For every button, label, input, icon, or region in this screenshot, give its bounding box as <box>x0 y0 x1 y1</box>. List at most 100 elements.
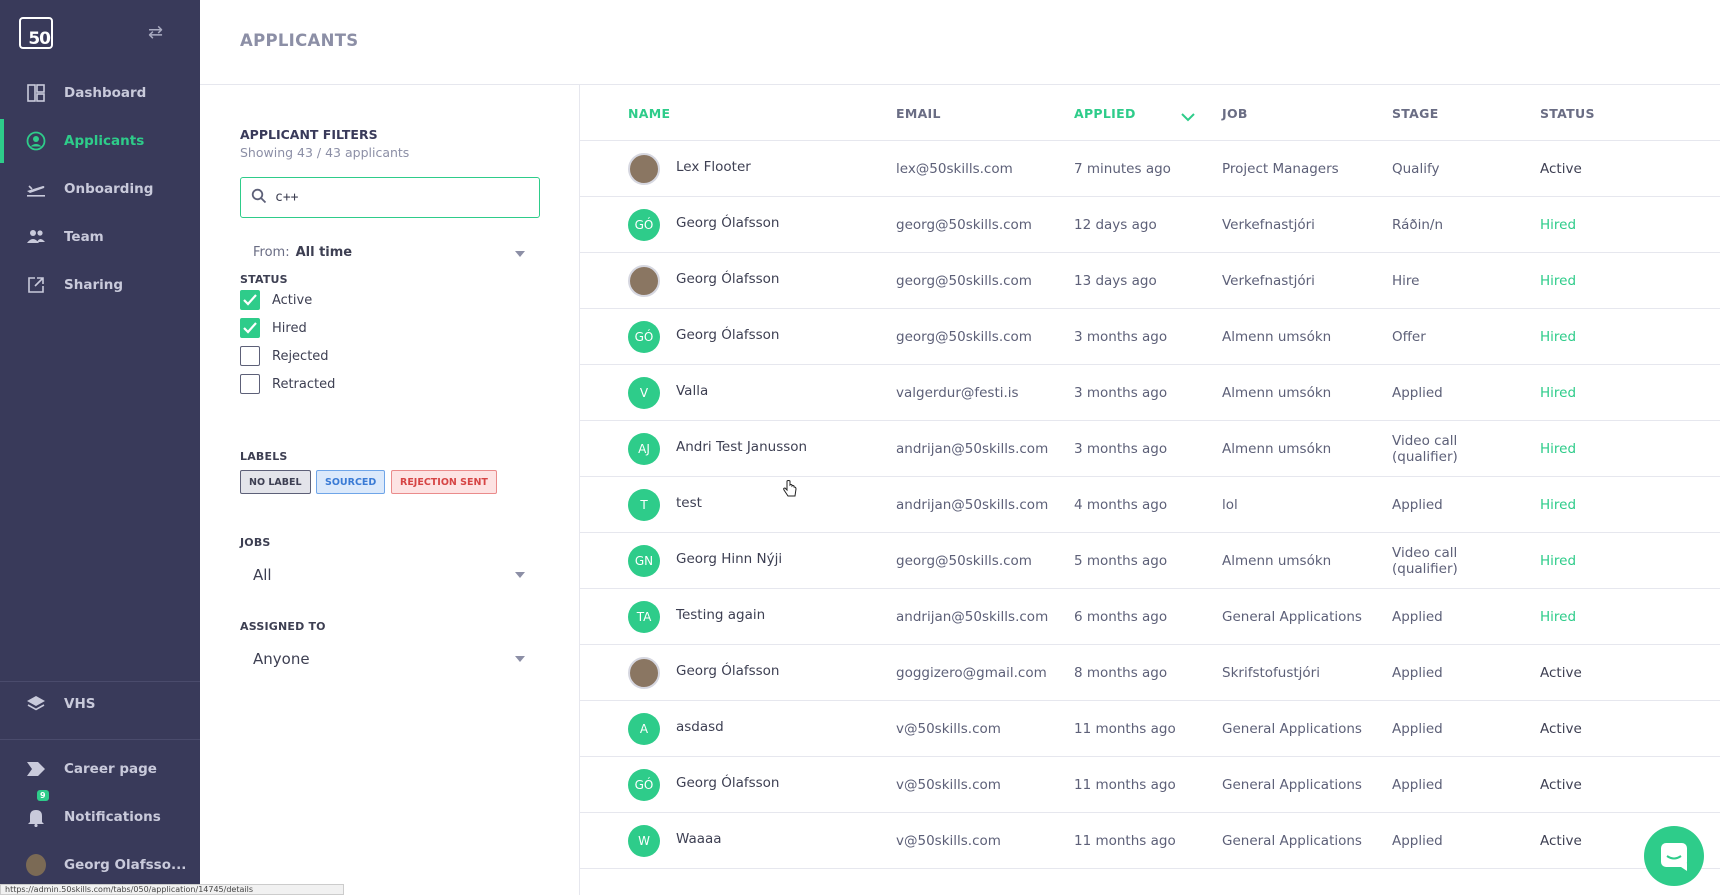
chat-launcher-button[interactable] <box>1644 826 1704 886</box>
applicant-name[interactable]: Georg Ólafsson <box>676 663 780 679</box>
sidebar-item-onboarding[interactable]: Onboarding <box>0 167 200 211</box>
table-row[interactable]: GÓ Georg Ólafsson v@50skills.com 11 months … <box>580 757 1720 813</box>
stage: Applied <box>1392 665 1443 681</box>
sidebar-item-profile[interactable]: Georg Olafsso... <box>0 843 200 887</box>
applicant-name[interactable]: Valla <box>676 383 708 399</box>
status-label: STATUS <box>240 273 288 286</box>
applicant-name[interactable]: Georg Hinn Nýji <box>676 551 782 567</box>
sidebar-item-team[interactable]: Team <box>0 215 200 259</box>
label-no-label[interactable]: NO LABEL <box>240 470 311 494</box>
assigned-to-dropdown[interactable]: Anyone <box>253 650 310 668</box>
applicant-email: andrijan@50skills.com <box>896 609 1049 625</box>
column-header-job[interactable]: JOB <box>1222 106 1248 121</box>
divider <box>0 739 200 740</box>
page-title: APPLICANTS <box>240 31 359 50</box>
applied-date: 3 months ago <box>1074 441 1168 457</box>
avatar: GÓ <box>628 769 660 801</box>
chevron-down-icon[interactable] <box>515 656 525 662</box>
label-rejection-sent[interactable]: REJECTION SENT <box>391 470 497 494</box>
applicant-name[interactable]: test <box>676 495 702 511</box>
column-header-stage[interactable]: STAGE <box>1392 106 1439 121</box>
applied-date: 5 months ago <box>1074 553 1168 569</box>
label-sourced[interactable]: SOURCED <box>316 470 386 494</box>
avatar <box>628 657 660 689</box>
job-title: General Applications <box>1222 609 1362 625</box>
dashboard-icon <box>26 83 46 103</box>
chevron-down-icon[interactable] <box>515 251 525 257</box>
job-title: General Applications <box>1222 833 1362 849</box>
applicant-name[interactable]: Georg Ólafsson <box>676 271 780 287</box>
table-row[interactable]: GÓ Georg Ólafsson georg@50skills.com 3 mont… <box>580 309 1720 365</box>
search-input[interactable] <box>275 190 515 205</box>
status-active-checkbox[interactable]: Active <box>240 290 312 310</box>
applicant-email: v@50skills.com <box>896 777 1001 793</box>
tag-icon <box>26 759 46 779</box>
avatar: AJ <box>628 433 660 465</box>
applicant-name[interactable]: Waaaa <box>676 831 722 847</box>
date-from-dropdown[interactable]: From: All time <box>253 245 352 260</box>
stage: Offer <box>1392 329 1426 345</box>
checkbox[interactable] <box>240 318 260 338</box>
checkbox[interactable] <box>240 346 260 366</box>
checkbox[interactable] <box>240 290 260 310</box>
stage: Applied <box>1392 497 1443 513</box>
status-retracted-checkbox[interactable]: Retracted <box>240 374 335 394</box>
sidebar-item-applicants[interactable]: Applicants <box>0 119 200 163</box>
applicant-email: georg@50skills.com <box>896 217 1032 233</box>
avatar: GÓ <box>628 209 660 241</box>
table-row[interactable]: GÓ Georg Ólafsson georg@50skills.com 12 day… <box>580 197 1720 253</box>
avatar: W <box>628 825 660 857</box>
logo[interactable]: 50 <box>19 17 53 49</box>
table-row[interactable]: Georg Ólafsson georg@50skills.com 13 days … <box>580 253 1720 309</box>
table-row[interactable]: AJ Andri Test Janusson andrijan@50skills.c… <box>580 421 1720 477</box>
sort-chevron-icon[interactable] <box>1181 107 1195 126</box>
applicant-email: andrijan@50skills.com <box>896 441 1049 457</box>
sidebar-item-career-page[interactable]: Career page <box>0 747 200 791</box>
table-row[interactable]: W Waaaa v@50skills.com 11 months ago General… <box>580 813 1720 869</box>
table-row[interactable]: Lex Flooter lex@50skills.com 7 minutes ago… <box>580 141 1720 197</box>
status-badge: Active <box>1540 161 1582 177</box>
applied-date: 3 months ago <box>1074 385 1168 401</box>
applicant-name[interactable]: Testing again <box>676 607 765 623</box>
applicant-name[interactable]: Andri Test Janusson <box>676 439 807 455</box>
applicant-name[interactable]: Georg Ólafsson <box>676 215 780 231</box>
table-row[interactable]: Georg Ólafsson goggizero@gmail.com 8 month… <box>580 645 1720 701</box>
table-row[interactable]: Aasdasd v@50skills.com 11 months ago Genera… <box>580 701 1720 757</box>
status-badge: Hired <box>1540 497 1577 513</box>
applicant-email: georg@50skills.com <box>896 553 1032 569</box>
plane-icon <box>26 179 46 199</box>
status-badge: Hired <box>1540 329 1577 345</box>
table-row[interactable]: Ttest andrijan@50skills.com 4 months ago lo… <box>580 477 1720 533</box>
applicant-name[interactable]: Georg Ólafsson <box>676 327 780 343</box>
sidebar-item-sharing[interactable]: Sharing <box>0 263 200 307</box>
table-row[interactable]: TA Testing again andrijan@50skills.com 6 mo… <box>580 589 1720 645</box>
switch-workspace-icon[interactable]: ⇄ <box>148 22 163 43</box>
sidebar-item-vhs[interactable]: VHS <box>0 682 200 726</box>
column-header-applied[interactable]: APPLIED <box>1074 106 1136 121</box>
sidebar-item-notifications[interactable]: 9 Notifications <box>0 790 200 839</box>
status-hired-checkbox[interactable]: Hired <box>240 318 307 338</box>
labels-label: LABELS <box>240 450 288 463</box>
applicant-name[interactable]: Lex Flooter <box>676 159 751 175</box>
chevron-down-icon[interactable] <box>515 572 525 578</box>
job-title: General Applications <box>1222 777 1362 793</box>
table-row[interactable]: V Valla valgerdur@festi.is 3 months ago Alme… <box>580 365 1720 421</box>
checkbox[interactable] <box>240 374 260 394</box>
applicant-name[interactable]: asdasd <box>676 719 724 735</box>
status-badge: Hired <box>1540 273 1577 289</box>
stage: Ráðin/n <box>1392 217 1444 233</box>
avatar: GN <box>628 545 660 577</box>
column-header-status[interactable]: STATUS <box>1540 106 1595 121</box>
sidebar-item-dashboard[interactable]: Dashboard <box>0 71 200 115</box>
filters-title: APPLICANT FILTERS <box>240 127 378 142</box>
applicant-name[interactable]: Georg Ólafsson <box>676 775 780 791</box>
column-header-email[interactable]: EMAIL <box>896 106 941 121</box>
status-rejected-checkbox[interactable]: Rejected <box>240 346 329 366</box>
search-box[interactable] <box>240 177 540 218</box>
table-row[interactable]: GN Georg Hinn Nýji georg@50skills.com 5 mon… <box>580 533 1720 589</box>
jobs-dropdown[interactable]: All <box>253 566 272 584</box>
column-header-name[interactable]: NAME <box>628 106 670 121</box>
avatar <box>628 265 660 297</box>
avatar <box>26 854 46 876</box>
avatar: TA <box>628 601 660 633</box>
